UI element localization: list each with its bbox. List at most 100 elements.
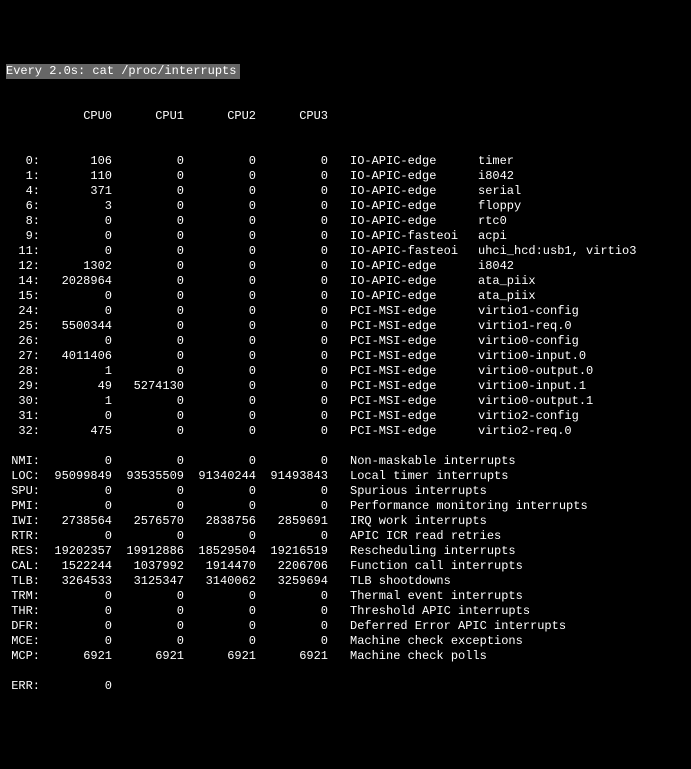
irq-type: IO-APIC-edge xyxy=(350,169,478,184)
irq-id: 26: xyxy=(6,334,40,349)
irq-type: PCI-MSI-edge xyxy=(350,304,478,319)
irq-type: IO-APIC-edge xyxy=(350,199,478,214)
irq-row: 31:0000 PCI-MSI-edgevirtio2-config xyxy=(6,409,685,424)
irq-row: 27:4011406000 PCI-MSI-edgevirtio0-input.… xyxy=(6,349,685,364)
irq-cpu3: 0 xyxy=(256,229,328,244)
named-row: LOC:95099849935355099134024491493843 Loc… xyxy=(6,469,685,484)
irq-cpu0: 1302 xyxy=(40,259,112,274)
irq-row: 4:371000 IO-APIC-edgeserial xyxy=(6,184,685,199)
irq-cpu3: 0 xyxy=(256,409,328,424)
irq-cpu2: 0 xyxy=(184,154,256,169)
irq-device: acpi xyxy=(478,229,507,244)
irq-cpu3: 0 xyxy=(256,319,328,334)
named-id: TLB: xyxy=(6,574,40,589)
named-id: LOC: xyxy=(6,469,40,484)
irq-row: 6:3000 IO-APIC-edgefloppy xyxy=(6,199,685,214)
irq-cpu2: 0 xyxy=(184,394,256,409)
cpu-col-0: CPU0 xyxy=(40,109,112,124)
named-cpu1: 3125347 xyxy=(112,574,184,589)
named-cpu1: 0 xyxy=(112,634,184,649)
irq-device: timer xyxy=(478,154,514,169)
named-cpu1: 0 xyxy=(112,589,184,604)
irq-cpu0: 2028964 xyxy=(40,274,112,289)
irq-cpu2: 0 xyxy=(184,169,256,184)
irq-cpu1: 0 xyxy=(112,169,184,184)
named-cpu1: 2576570 xyxy=(112,514,184,529)
named-desc: Local timer interrupts xyxy=(350,469,508,484)
irq-cpu2: 0 xyxy=(184,244,256,259)
irq-device: ata_piix xyxy=(478,274,536,289)
irq-cpu1: 0 xyxy=(112,214,184,229)
named-desc: APIC ICR read retries xyxy=(350,529,501,544)
irq-cpu3: 0 xyxy=(256,154,328,169)
named-id: TRM: xyxy=(6,589,40,604)
named-cpu2: 3140062 xyxy=(184,574,256,589)
named-cpu0: 2738564 xyxy=(40,514,112,529)
irq-cpu1: 0 xyxy=(112,334,184,349)
irq-cpu0: 1 xyxy=(40,394,112,409)
named-cpu1: 0 xyxy=(112,499,184,514)
irq-device: virtio0-input.1 xyxy=(478,379,586,394)
irq-cpu3: 0 xyxy=(256,184,328,199)
irq-cpu2: 0 xyxy=(184,334,256,349)
irq-id: 32: xyxy=(6,424,40,439)
irq-cpu1: 0 xyxy=(112,229,184,244)
irq-cpu3: 0 xyxy=(256,304,328,319)
irq-cpu0: 0 xyxy=(40,409,112,424)
named-cpu2: 0 xyxy=(184,604,256,619)
irq-cpu0: 3 xyxy=(40,199,112,214)
irq-cpu3: 0 xyxy=(256,364,328,379)
irq-cpu3: 0 xyxy=(256,274,328,289)
named-cpu3: 91493843 xyxy=(256,469,328,484)
named-cpu3: 2859691 xyxy=(256,514,328,529)
irq-cpu1: 0 xyxy=(112,364,184,379)
named-row: RES:19202357199128861852950419216519 Res… xyxy=(6,544,685,559)
named-cpu0: 0 xyxy=(40,619,112,634)
irq-device: floppy xyxy=(478,199,521,214)
irq-id: 4: xyxy=(6,184,40,199)
named-cpu3: 3259694 xyxy=(256,574,328,589)
named-cpu3: 2206706 xyxy=(256,559,328,574)
irq-device: virtio0-output.0 xyxy=(478,364,593,379)
named-id: MCE: xyxy=(6,634,40,649)
named-cpu1: 19912886 xyxy=(112,544,184,559)
named-cpu3: 0 xyxy=(256,499,328,514)
cpu-header-row: CPU0CPU1CPU2CPU3 xyxy=(6,109,685,124)
named-cpu2: 0 xyxy=(184,484,256,499)
named-desc: IRQ work interrupts xyxy=(350,514,487,529)
irq-cpu2: 0 xyxy=(184,289,256,304)
named-row: DFR:0000 Deferred Error APIC interrupts xyxy=(6,619,685,634)
irq-id: 9: xyxy=(6,229,40,244)
named-id: THR: xyxy=(6,604,40,619)
irq-cpu1: 0 xyxy=(112,409,184,424)
irq-type: PCI-MSI-edge xyxy=(350,379,478,394)
named-desc: Performance monitoring interrupts xyxy=(350,499,588,514)
irq-cpu1: 0 xyxy=(112,394,184,409)
irq-row: 8:0000 IO-APIC-edgertc0 xyxy=(6,214,685,229)
irq-device: virtio0-output.1 xyxy=(478,394,593,409)
irq-cpu3: 0 xyxy=(256,169,328,184)
irq-cpu2: 0 xyxy=(184,424,256,439)
irq-cpu3: 0 xyxy=(256,379,328,394)
irq-id: 6: xyxy=(6,199,40,214)
named-cpu2: 0 xyxy=(184,619,256,634)
named-cpu3: 19216519 xyxy=(256,544,328,559)
irq-id: 30: xyxy=(6,394,40,409)
irq-cpu3: 0 xyxy=(256,259,328,274)
irq-row: 28:1000 PCI-MSI-edgevirtio0-output.0 xyxy=(6,364,685,379)
named-cpu1: 93535509 xyxy=(112,469,184,484)
irq-type: PCI-MSI-edge xyxy=(350,409,478,424)
irq-cpu1: 0 xyxy=(112,199,184,214)
irq-cpu2: 0 xyxy=(184,349,256,364)
named-cpu0: 0 xyxy=(40,454,112,469)
irq-cpu0: 0 xyxy=(40,334,112,349)
named-id: NMI: xyxy=(6,454,40,469)
named-cpu0: 0 xyxy=(40,499,112,514)
irq-type: PCI-MSI-edge xyxy=(350,394,478,409)
irq-row: 11:0000 IO-APIC-fasteoiuhci_hcd:usb1, vi… xyxy=(6,244,685,259)
irq-type: IO-APIC-edge xyxy=(350,259,478,274)
watch-header: Every 2.0s: cat /proc/interrupts xyxy=(6,64,240,79)
irq-device: virtio0-config xyxy=(478,334,579,349)
irq-device: virtio0-input.0 xyxy=(478,349,586,364)
irq-type: IO-APIC-edge xyxy=(350,274,478,289)
